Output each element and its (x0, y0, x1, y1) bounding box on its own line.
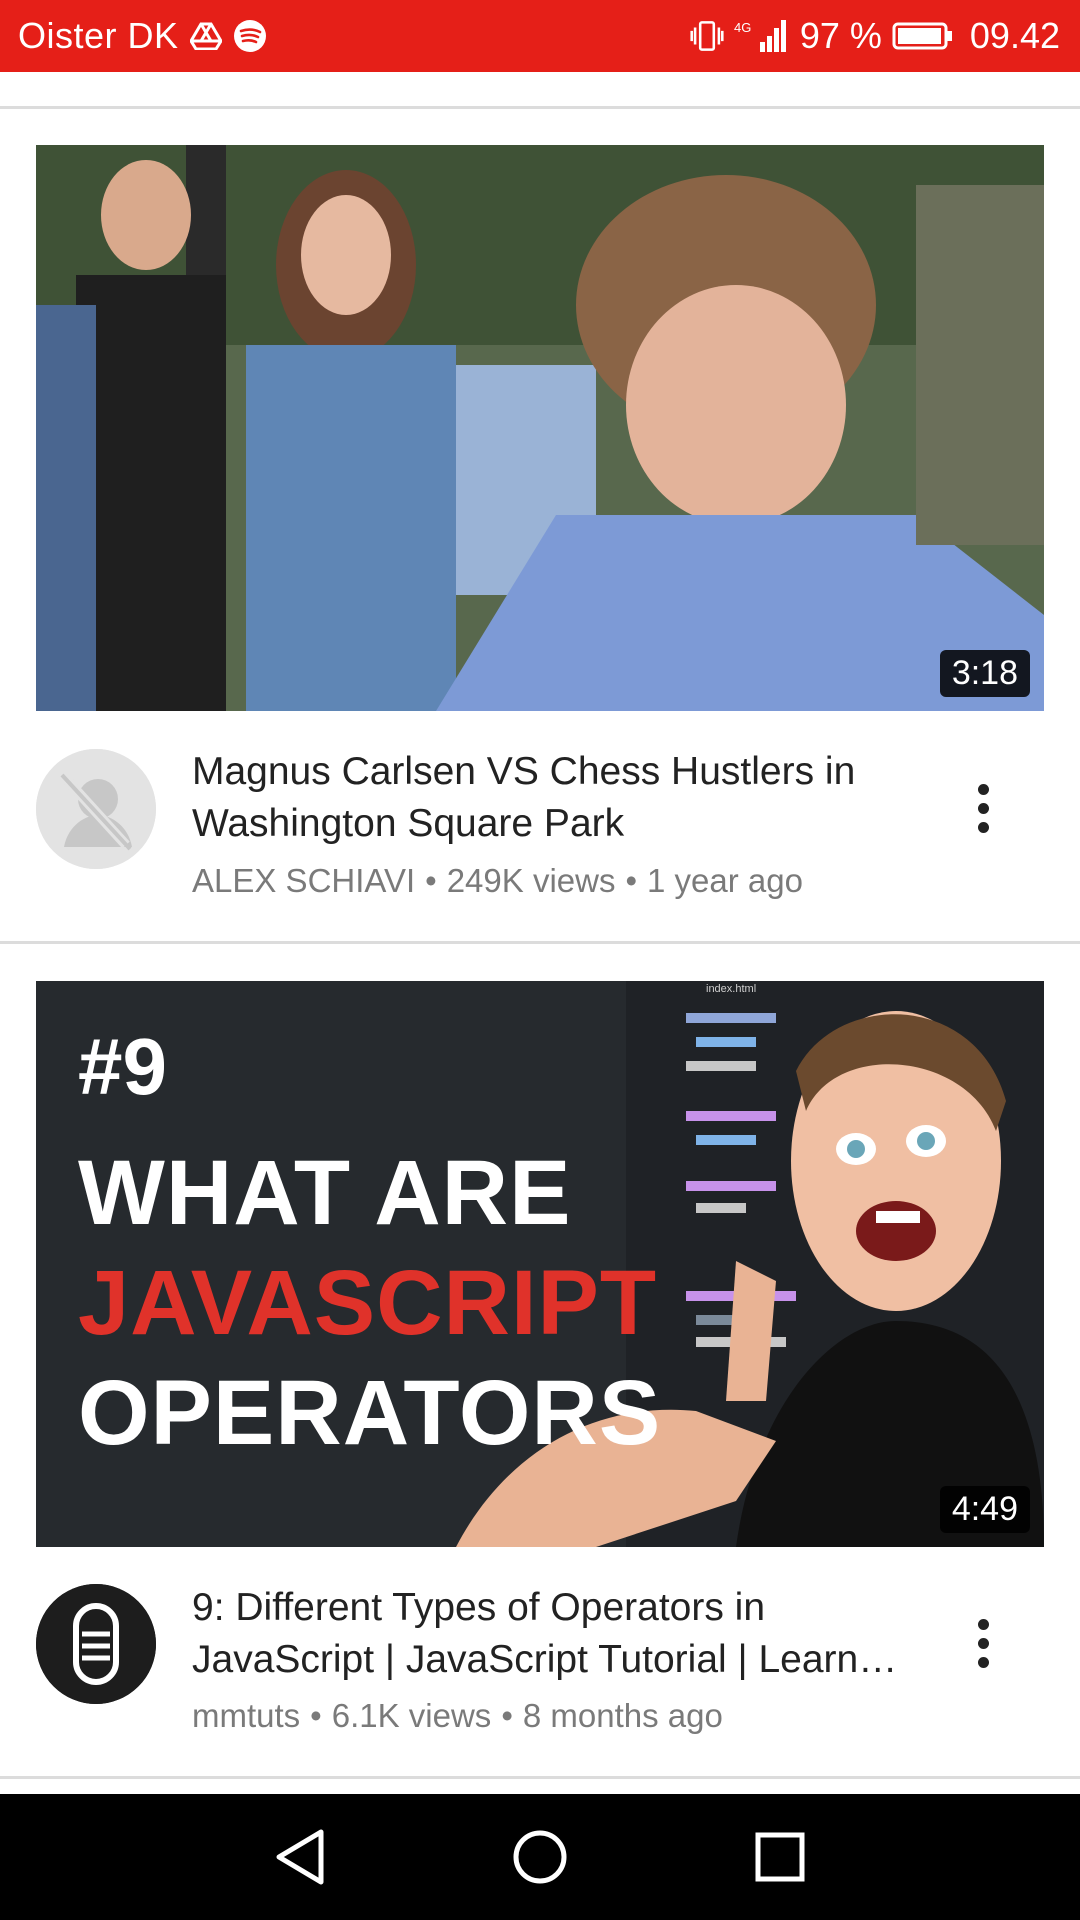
video-meta: mmtuts • 6.1K views • 8 months ago (192, 1697, 992, 1735)
back-triangle-icon (276, 1829, 324, 1885)
editor-filename: index.html (706, 983, 757, 995)
video-duration: 3:18 (939, 650, 1030, 697)
default-avatar-icon (36, 749, 156, 869)
video-thumbnail-1[interactable]: 3:18 (36, 145, 1044, 711)
video-meta: ALEX SCHIAVI • 249K views • 1 year ago (192, 862, 992, 900)
microphone-logo-icon (36, 1584, 156, 1704)
more-options-button[interactable] (950, 1598, 1016, 1688)
home-button[interactable] (505, 1822, 575, 1892)
thumbnail-text-line-2: JAVASCRIPT (78, 1252, 658, 1354)
separator: • (501, 1697, 513, 1734)
video-title[interactable]: Magnus Carlsen VS Chess Hustlers in Wash… (192, 746, 922, 850)
home-circle-icon (513, 1830, 567, 1884)
upload-age: 1 year ago (647, 862, 803, 899)
more-options-button[interactable] (950, 763, 1016, 853)
recents-button[interactable] (745, 1822, 815, 1892)
vibrate-icon (690, 19, 724, 53)
channel-name[interactable]: mmtuts (192, 1697, 300, 1734)
upload-age: 8 months ago (522, 1697, 723, 1734)
back-button[interactable] (265, 1822, 335, 1892)
dot (977, 783, 989, 795)
separator: • (310, 1697, 322, 1734)
channel-avatar[interactable] (36, 749, 156, 869)
separator: • (425, 862, 437, 899)
video-thumbnail-2[interactable]: #9 WHAT ARE JAVASCRIPT OPERATORS index.h… (36, 981, 1044, 1547)
video-divider (0, 941, 1080, 944)
dot (977, 1637, 989, 1649)
view-count: 249K views (446, 862, 616, 899)
navigation-bar (0, 1794, 1080, 1920)
recents-square-icon (755, 1832, 805, 1882)
status-bar: Oister DK 4G 97 % 09.42 (0, 0, 1080, 72)
view-count: 6.1K views (331, 1697, 492, 1734)
spotify-icon (233, 19, 267, 53)
channel-avatar[interactable] (36, 1584, 156, 1704)
thumbnail-text-line-3: OPERATORS (78, 1362, 662, 1464)
video-title[interactable]: 9: Different Types of Operators in JavaS… (192, 1582, 922, 1686)
battery-percent: 97 % (799, 15, 882, 56)
channel-name[interactable]: ALEX SCHIAVI (192, 862, 415, 899)
top-divider (0, 106, 1080, 109)
video-duration: 4:49 (939, 1486, 1030, 1533)
battery-icon (892, 19, 954, 53)
thumbnail-text-line-1: WHAT ARE (78, 1142, 572, 1244)
dot (977, 1618, 989, 1630)
separator: • (625, 862, 638, 899)
drive-icon (189, 19, 223, 53)
clock: 09.42 (969, 15, 1060, 56)
svg-text:4G: 4G (734, 20, 751, 35)
bottom-divider (0, 1776, 1080, 1779)
dot (977, 821, 989, 833)
dot (977, 1656, 989, 1668)
chess-photo-thumbnail (36, 145, 1044, 711)
signal-icon: 4G (734, 19, 790, 53)
carrier-name: Oister DK (18, 15, 179, 56)
dot (977, 802, 989, 814)
thumbnail-episode-number: #9 (78, 1022, 167, 1111)
